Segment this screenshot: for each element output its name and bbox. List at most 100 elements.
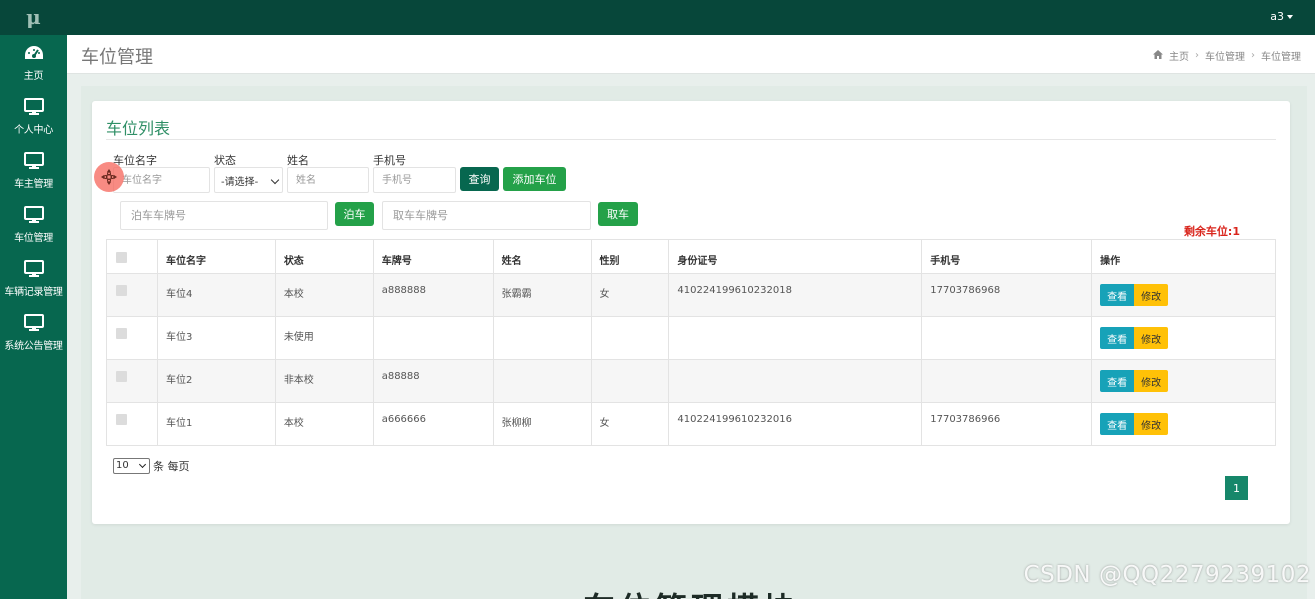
cell-idcard [668, 359, 923, 403]
cell-gender: 女 [590, 273, 670, 317]
edit-button[interactable]: 修改 [1134, 284, 1169, 306]
cell-plate [372, 316, 494, 360]
move-cursor-icon [94, 162, 124, 192]
cell-actions: 查看 修改 [1091, 402, 1276, 446]
dashboard-icon [23, 43, 45, 63]
sidebar-item-owners[interactable]: 车主管理 [0, 143, 67, 197]
page-button-current[interactable]: 1 [1225, 476, 1248, 500]
column-header: 手机号 [921, 239, 1093, 274]
cell-plate: a88888 [372, 359, 494, 403]
sidebar-item-label: 车辆记录管理 [4, 286, 63, 298]
cell-name: 车位1 [156, 402, 276, 446]
column-header: 性别 [590, 239, 670, 274]
name-filter-input[interactable] [113, 167, 210, 193]
top-bar: μ a3 [0, 0, 1315, 35]
cell-plate: a888888 [372, 273, 494, 317]
card-title: 车位列表 [106, 119, 171, 138]
cell-idcard [668, 316, 923, 360]
cell-phone [921, 359, 1093, 403]
column-header: 操作 [1091, 239, 1276, 274]
chevron-right-icon: › [1195, 50, 1199, 61]
pickup-plate-input[interactable] [382, 201, 591, 230]
chevron-down-icon [270, 175, 280, 185]
bottom-heading: 车位管理模块 [583, 584, 799, 599]
sidebar-item-home[interactable]: 主页 [0, 35, 67, 89]
cell-status: 本校 [274, 402, 374, 446]
sidebar-item-label: 系统公告管理 [4, 340, 63, 352]
column-header: 身份证号 [668, 239, 923, 274]
pickup-button[interactable]: 取车 [598, 202, 638, 226]
table-row: 车位1 本校 a666666 张柳柳 女 410224199610232016 … [106, 402, 1276, 446]
phone-filter-input[interactable] [373, 167, 456, 193]
sidebar-item-label: 主页 [23, 70, 44, 82]
view-button[interactable]: 查看 [1100, 413, 1135, 435]
sidebar-item-vehicle-records[interactable]: 车辆记录管理 [0, 251, 67, 305]
parking-list-card: 车位列表 车位名字 状态 -请选择- 姓名 手机号 查询 添加车位 泊车 取车 … [92, 101, 1290, 524]
chevron-right-icon: › [1251, 50, 1255, 61]
cell-gender: 女 [590, 402, 670, 446]
app-logo: μ [26, 5, 41, 29]
column-header: 车位名字 [156, 239, 276, 274]
row-select-cell [106, 402, 158, 446]
page-size-control: 10 条 每页 [113, 458, 190, 474]
home-icon [1153, 49, 1163, 62]
monitor-icon [23, 97, 45, 117]
select-all-cell [106, 239, 158, 274]
cell-idcard: 410224199610232018 [668, 273, 923, 317]
cell-gender [590, 359, 670, 403]
breadcrumb-home[interactable]: 主页 [1169, 48, 1189, 63]
status-select-value: -请选择- [221, 176, 259, 188]
sidebar-item-label: 车位管理 [14, 232, 53, 244]
row-checkbox[interactable] [116, 414, 127, 425]
view-button[interactable]: 查看 [1100, 327, 1135, 349]
per-page-label: 条 每页 [153, 460, 190, 473]
sidebar-item-label: 个人中心 [14, 124, 53, 136]
query-button[interactable]: 查询 [460, 167, 499, 191]
breadcrumb-current: 车位管理 [1261, 52, 1301, 63]
add-parking-button[interactable]: 添加车位 [503, 167, 566, 191]
monitor-icon [23, 205, 45, 225]
edit-button[interactable]: 修改 [1134, 413, 1169, 435]
cell-phone: 17703786968 [921, 273, 1093, 317]
table-header-row: 车位名字 状态 车牌号 姓名 性别 身份证号 手机号 操作 [106, 239, 1276, 274]
page-size-select[interactable]: 10 [113, 458, 150, 474]
user-menu[interactable]: a3 [1270, 10, 1293, 23]
watermark: CSDN @QQ2279239102 [1023, 562, 1311, 588]
breadcrumb-item[interactable]: 车位管理 [1205, 48, 1245, 63]
edit-button[interactable]: 修改 [1134, 370, 1169, 392]
sidebar-item-parking[interactable]: 车位管理 [0, 197, 67, 251]
table-row: 车位4 本校 a888888 张霸霸 女 410224199610232018 … [106, 273, 1276, 317]
person-filter-label: 姓名 [287, 154, 309, 167]
edit-button[interactable]: 修改 [1134, 327, 1169, 349]
status-filter-label: 状态 [214, 154, 236, 167]
park-button[interactable]: 泊车 [335, 202, 374, 226]
cell-name: 车位2 [156, 359, 276, 403]
row-checkbox[interactable] [116, 328, 127, 339]
cell-gender [590, 316, 670, 360]
row-select-cell [106, 316, 158, 360]
cell-status: 未使用 [274, 316, 374, 360]
select-all-checkbox[interactable] [116, 252, 127, 263]
sidebar-item-profile[interactable]: 个人中心 [0, 89, 67, 143]
view-button[interactable]: 查看 [1100, 370, 1135, 392]
status-select[interactable]: -请选择- [214, 167, 283, 193]
view-button[interactable]: 查看 [1100, 284, 1135, 306]
monitor-icon [23, 151, 45, 171]
table-row: 车位2 非本校 a88888 查看 修改 [106, 359, 1276, 403]
cell-idcard: 410224199610232016 [668, 402, 923, 446]
park-plate-input[interactable] [120, 201, 328, 230]
row-select-cell [106, 359, 158, 403]
page-title: 车位管理 [81, 47, 153, 68]
cell-person [492, 359, 592, 403]
caret-down-icon [1287, 15, 1293, 19]
person-filter-input[interactable] [287, 167, 369, 193]
breadcrumb: 主页 › 车位管理 › 车位管理 [1153, 48, 1301, 63]
divider [106, 139, 1276, 140]
page-size-value: 10 [116, 460, 129, 471]
cell-actions: 查看 修改 [1091, 316, 1276, 360]
cell-person: 张柳柳 [492, 402, 592, 446]
row-checkbox[interactable] [116, 285, 127, 296]
row-checkbox[interactable] [116, 371, 127, 382]
sidebar-item-announcements[interactable]: 系统公告管理 [0, 305, 67, 359]
column-header: 状态 [274, 239, 374, 274]
